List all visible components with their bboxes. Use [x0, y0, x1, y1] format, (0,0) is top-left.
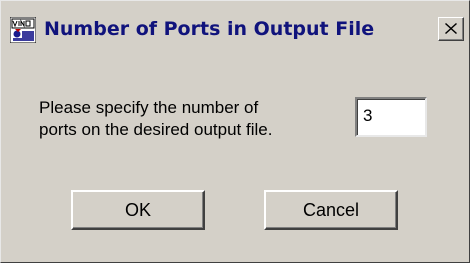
cancel-button[interactable]: Cancel — [264, 190, 398, 230]
vino-app-icon — [9, 16, 37, 44]
prompt-line-2: ports on the desired output file. — [39, 120, 273, 139]
close-button[interactable] — [438, 17, 464, 41]
ok-button[interactable]: OK — [71, 190, 205, 230]
ports-count-input[interactable]: 3 — [355, 97, 427, 137]
ports-prompt: Please specify the number of ports on th… — [39, 97, 339, 141]
prompt-line-1: Please specify the number of — [39, 98, 259, 117]
title-bar[interactable]: Number of Ports in Output File — [6, 7, 466, 53]
window-title: Number of Ports in Output File — [44, 18, 375, 40]
dialog-window: Number of Ports in Output File Please sp… — [0, 0, 470, 263]
